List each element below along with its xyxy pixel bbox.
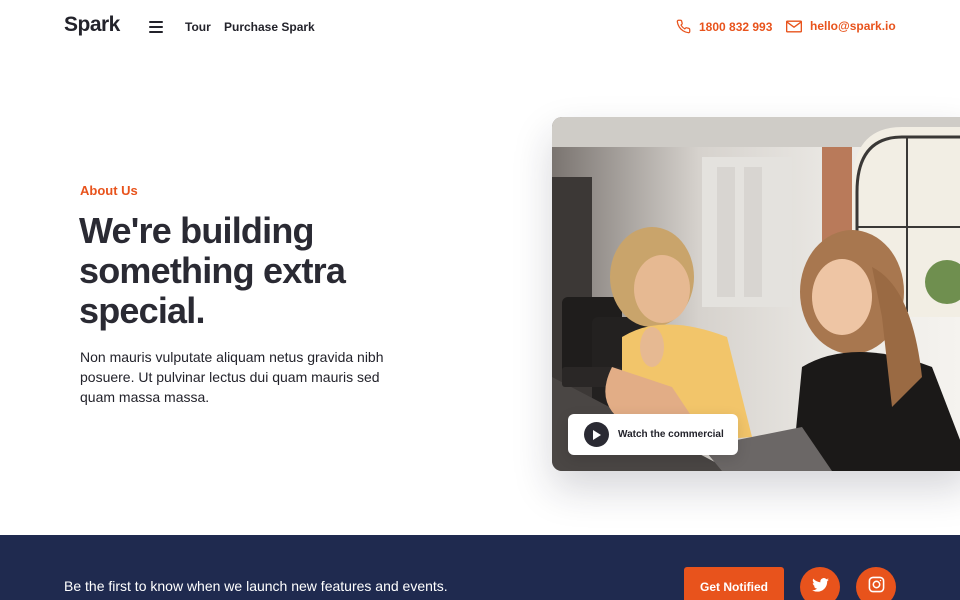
phone-link[interactable]: 1800 832 993: [676, 19, 772, 34]
instagram-button[interactable]: [856, 567, 896, 600]
email-link[interactable]: hello@spark.io: [786, 19, 896, 33]
newsletter-band: Be the first to know when we launch new …: [0, 535, 960, 600]
twitter-icon: [811, 577, 829, 597]
nav-link-purchase-spark[interactable]: Purchase Spark: [224, 20, 315, 34]
play-icon: [584, 422, 609, 447]
nav-link-tour[interactable]: Tour: [185, 20, 211, 34]
newsletter-text: Be the first to know when we launch new …: [64, 578, 448, 594]
section-eyebrow: About Us: [80, 183, 138, 198]
hero-body-text: Non mauris vulputate aliquam netus gravi…: [80, 349, 384, 405]
logo[interactable]: Spark: [64, 13, 120, 37]
hamburger-menu-icon[interactable]: [149, 21, 163, 33]
watch-commercial-button[interactable]: Watch the commercial: [568, 414, 738, 455]
phone-icon: [676, 19, 691, 34]
get-notified-button[interactable]: Get Notified: [684, 567, 784, 600]
instagram-icon: [868, 576, 885, 598]
mail-icon: [786, 20, 802, 33]
hero-headline: We're building something extra special.: [79, 210, 346, 331]
phone-number: 1800 832 993: [699, 19, 773, 34]
watch-commercial-label: Watch the commercial: [618, 429, 724, 440]
site-header: Spark Tour Purchase Spark 1800 832 993 h…: [0, 0, 960, 56]
email-address: hello@spark.io: [810, 19, 896, 33]
twitter-button[interactable]: [800, 567, 840, 600]
